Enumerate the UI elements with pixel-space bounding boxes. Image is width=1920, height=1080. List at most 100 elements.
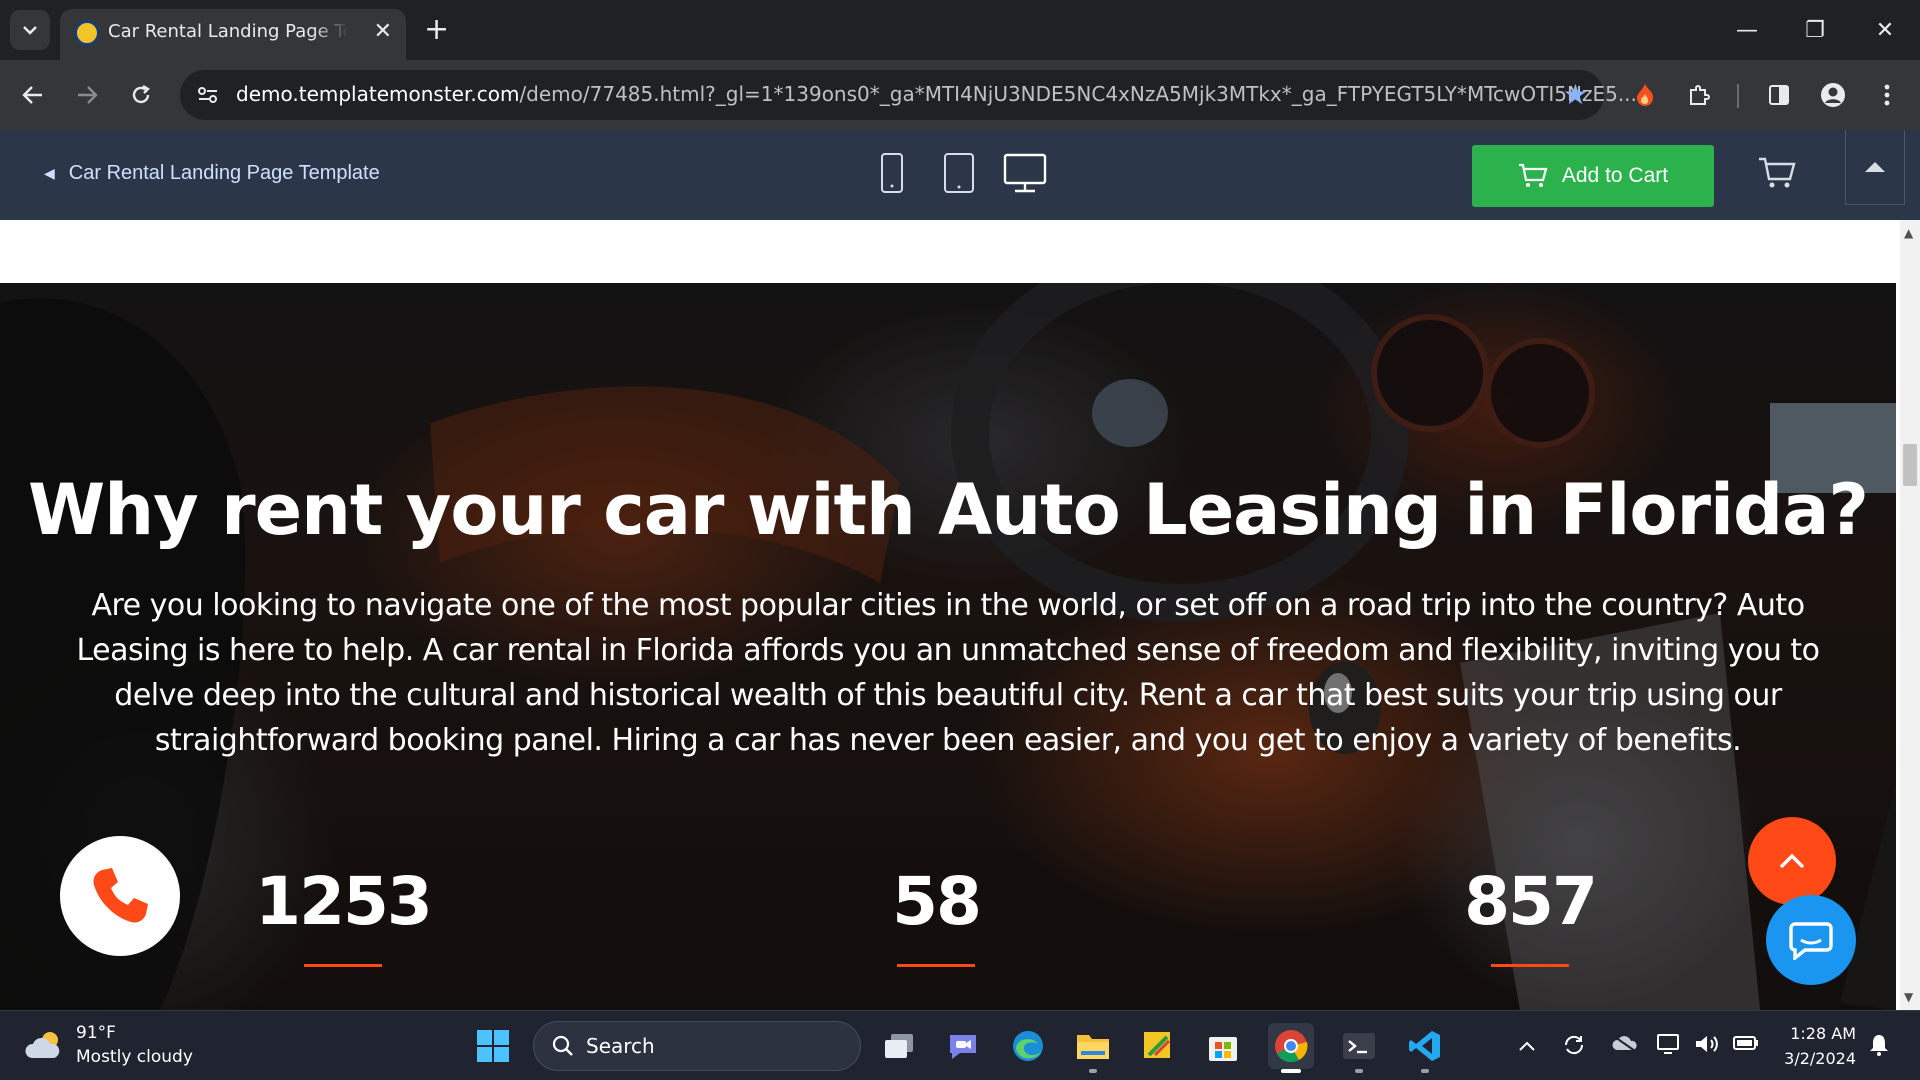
windows-taskbar: 91°F Mostly cloudy Search 1:28 AM 3/2/20… xyxy=(0,1010,1920,1080)
scrollbar-thumb[interactable] xyxy=(1903,444,1917,486)
tab-close-icon[interactable]: ✕ xyxy=(374,19,392,45)
address-bar[interactable]: demo.templatemonster.com/demo/77485.html… xyxy=(180,70,1637,120)
weather-condition: Mostly cloudy xyxy=(76,1047,193,1067)
teams-chat-app[interactable] xyxy=(940,1023,986,1069)
tab-title: Car Rental Landing Page Template xyxy=(108,21,348,42)
close-window-button[interactable]: ✕ xyxy=(1860,10,1910,50)
back-button[interactable] xyxy=(12,74,54,116)
templatemonster-favicon-icon xyxy=(74,20,100,46)
store-bag-icon xyxy=(1209,1037,1237,1061)
stat-divider xyxy=(897,964,975,967)
template-preview-bar: ◀ Car Rental Landing Page Template Add t… xyxy=(0,130,1920,220)
device-tablet-button[interactable] xyxy=(943,152,975,194)
battery-icon[interactable] xyxy=(1732,1033,1760,1057)
stat-item: 1253 xyxy=(233,863,453,967)
add-to-cart-button[interactable]: Add to Cart xyxy=(1472,145,1714,207)
arrow-left-icon xyxy=(22,86,42,104)
windows-logo-icon xyxy=(477,1030,509,1062)
collapse-preview-bar-button[interactable] xyxy=(1845,130,1905,205)
minimize-button[interactable]: — xyxy=(1722,10,1772,50)
forward-button[interactable] xyxy=(66,74,108,116)
caret-left-icon: ◀ xyxy=(44,165,55,181)
cart-button[interactable] xyxy=(1758,156,1796,194)
browser-tab-active[interactable]: Car Rental Landing Page Template ✕ xyxy=(60,9,406,60)
folder-icon xyxy=(1077,1035,1109,1059)
scroll-to-top-button[interactable] xyxy=(1748,817,1836,905)
flame-extension-icon[interactable] xyxy=(1624,74,1666,116)
restore-button[interactable]: ❐ xyxy=(1790,10,1840,50)
chevron-down-icon xyxy=(23,26,37,35)
network-icon[interactable] xyxy=(1656,1033,1682,1060)
stat-item: 857 xyxy=(1420,863,1640,967)
arrow-right-icon xyxy=(78,86,98,104)
paint-tool-app[interactable] xyxy=(1135,1023,1181,1069)
page-scrollbar[interactable]: ▲ ▼ xyxy=(1900,220,1920,1010)
shopping-cart-icon xyxy=(1518,163,1548,187)
stat-divider xyxy=(1491,964,1569,967)
desktop-monitor-icon xyxy=(1003,153,1047,193)
back-link-label: Car Rental Landing Page Template xyxy=(68,162,380,184)
extensions-puzzle-icon[interactable] xyxy=(1678,74,1720,116)
scroll-up-arrow-icon[interactable]: ▲ xyxy=(1904,226,1913,240)
chat-app-icon xyxy=(950,1035,976,1059)
bookmark-star-icon[interactable]: ★ xyxy=(1563,78,1588,111)
weather-widget[interactable]: 91°F Mostly cloudy xyxy=(24,1021,193,1069)
weather-temperature: 91°F xyxy=(76,1023,116,1043)
section-title: Why rent your car with Auto Leasing in F… xyxy=(28,469,1869,551)
url-path: /demo/77485.html?_gl=1*139ons0*_ga*MTI4N… xyxy=(519,82,1637,106)
device-mobile-button[interactable] xyxy=(880,152,904,194)
tab-search-button[interactable] xyxy=(10,10,50,50)
cloudy-weather-icon xyxy=(25,1032,60,1058)
search-placeholder: Search xyxy=(586,1034,655,1058)
show-hidden-icons-chevron-icon[interactable] xyxy=(1518,1033,1536,1057)
microsoft-store-app[interactable] xyxy=(1200,1023,1246,1069)
why-rent-section: Why rent your car with Auto Leasing in F… xyxy=(0,283,1896,1010)
chevron-up-icon xyxy=(1779,853,1805,869)
stat-item: 58 xyxy=(826,863,1046,967)
browser-menu-kebab-icon[interactable] xyxy=(1866,74,1908,116)
tablet-icon xyxy=(944,153,974,193)
edge-browser-app[interactable] xyxy=(1005,1023,1051,1069)
site-info-icon[interactable] xyxy=(194,81,222,109)
stat-value: 857 xyxy=(1464,863,1598,940)
terminal-app[interactable] xyxy=(1336,1023,1382,1073)
mobile-phone-icon xyxy=(881,153,903,193)
toolbar-separator xyxy=(1737,84,1739,108)
live-chat-button[interactable] xyxy=(1766,895,1856,985)
onedrive-cloud-icon[interactable] xyxy=(1612,1033,1638,1057)
vscode-app[interactable] xyxy=(1402,1023,1448,1073)
start-button[interactable] xyxy=(470,1023,516,1069)
weather-text: 91°F Mostly cloudy xyxy=(76,1021,193,1069)
clock-time: 1:28 AM xyxy=(1790,1024,1856,1043)
new-tab-button[interactable]: + xyxy=(424,12,449,48)
stat-value: 58 xyxy=(892,863,982,940)
notification-bell-icon[interactable] xyxy=(1868,1033,1890,1062)
url-host: demo.templatemonster.com xyxy=(236,82,520,106)
phone-icon xyxy=(93,868,148,923)
image-editor-icon xyxy=(1144,1032,1171,1058)
url-text: demo.templatemonster.com/demo/77485.html… xyxy=(236,82,1637,106)
chrome-browser-app[interactable] xyxy=(1268,1023,1314,1073)
side-panel-icon[interactable] xyxy=(1758,74,1800,116)
taskbar-search-box[interactable]: Search xyxy=(533,1021,861,1071)
shopping-cart-icon xyxy=(1759,157,1796,188)
running-indicator xyxy=(1355,1069,1363,1073)
section-description: Are you looking to navigate one of the m… xyxy=(76,588,1820,758)
volume-icon[interactable] xyxy=(1694,1033,1720,1060)
running-indicator xyxy=(1089,1069,1097,1073)
device-desktop-button[interactable] xyxy=(1003,152,1047,194)
profile-avatar-icon[interactable] xyxy=(1812,74,1854,116)
call-button[interactable] xyxy=(60,836,180,956)
reload-button[interactable] xyxy=(120,74,162,116)
page-viewport: Why rent your car with Auto Leasing in F… xyxy=(0,220,1900,1010)
system-clock[interactable]: 1:28 AM 3/2/2024 xyxy=(1780,1021,1856,1071)
running-indicator xyxy=(1421,1069,1429,1073)
scroll-down-arrow-icon[interactable]: ▼ xyxy=(1904,990,1913,1004)
task-view-button[interactable] xyxy=(876,1023,922,1069)
sync-icon[interactable] xyxy=(1562,1033,1586,1062)
chrome-browser-icon xyxy=(1275,1030,1308,1063)
file-explorer-app[interactable] xyxy=(1070,1023,1116,1073)
search-icon xyxy=(552,1035,573,1056)
chat-bubble-icon xyxy=(1789,922,1833,960)
back-to-template-link[interactable]: ◀ Car Rental Landing Page Template xyxy=(44,162,380,185)
